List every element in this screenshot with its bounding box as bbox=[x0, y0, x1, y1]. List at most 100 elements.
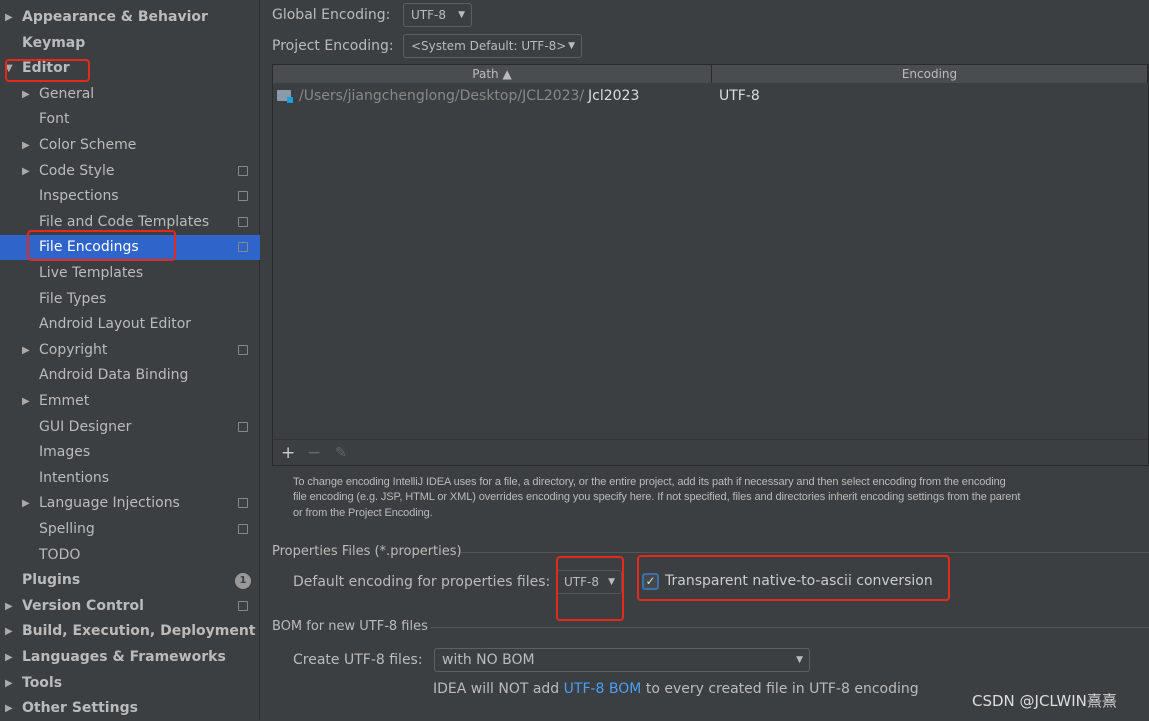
sidebar-item-label: Inspections bbox=[39, 188, 119, 205]
chevron-right-icon[interactable]: ▶ bbox=[22, 133, 30, 158]
divider bbox=[461, 552, 1149, 553]
sidebar-item-images[interactable]: Images bbox=[0, 440, 260, 465]
chevron-right-icon[interactable]: ▶ bbox=[22, 82, 30, 107]
remove-icon[interactable]: − bbox=[307, 440, 321, 466]
sidebar-item-tools[interactable]: ▶ Tools bbox=[0, 671, 260, 696]
row-encoding[interactable]: UTF-8 bbox=[719, 85, 760, 107]
sidebar-item-label: Build, Execution, Deployment bbox=[22, 623, 256, 640]
copy-icon bbox=[238, 242, 248, 253]
highlight-box bbox=[637, 555, 950, 601]
highlight-box bbox=[27, 230, 176, 261]
add-icon[interactable]: + bbox=[281, 440, 295, 466]
copy-icon bbox=[238, 600, 248, 611]
chevron-right-icon[interactable]: ▶ bbox=[22, 338, 30, 363]
chevron-down-icon: ▼ bbox=[458, 10, 465, 20]
table-row[interactable]: /Users/jiangchenglong/Desktop/JCL2023/ J… bbox=[273, 85, 1148, 107]
update-badge: 1 bbox=[235, 573, 251, 590]
create-utf8-select[interactable]: with NO BOM ▼ bbox=[434, 648, 810, 672]
utf8-bom-link[interactable]: UTF-8 BOM bbox=[564, 681, 642, 697]
sidebar-item-label: Copyright bbox=[39, 341, 108, 358]
edit-icon[interactable]: ✎ bbox=[335, 440, 347, 466]
sidebar-item-font[interactable]: Font bbox=[0, 107, 260, 132]
sidebar-item-inspections[interactable]: Inspections bbox=[0, 184, 260, 209]
sidebar-item-live-templates[interactable]: Live Templates bbox=[0, 261, 260, 286]
sidebar-item-label: Plugins bbox=[22, 572, 81, 589]
chevron-right-icon[interactable]: ▶ bbox=[5, 594, 13, 619]
create-utf8-value: with NO BOM bbox=[442, 652, 535, 668]
project-encoding-value: <System Default: UTF-8> bbox=[411, 39, 567, 53]
sidebar-item-android-layout-editor[interactable]: Android Layout Editor bbox=[0, 312, 260, 337]
sidebar-item-intentions[interactable]: Intentions bbox=[0, 466, 260, 491]
global-encoding-value: UTF-8 bbox=[411, 8, 446, 22]
bom-section-title: BOM for new UTF-8 files bbox=[272, 619, 428, 634]
chevron-right-icon[interactable]: ▶ bbox=[5, 619, 13, 644]
sidebar-item-label: Emmet bbox=[39, 393, 90, 409]
folder-icon bbox=[277, 90, 293, 103]
sidebar-item-plugins[interactable]: Plugins 1 bbox=[0, 568, 260, 593]
sidebar-item-file-types[interactable]: File Types bbox=[0, 287, 260, 312]
chevron-right-icon[interactable]: ▶ bbox=[5, 645, 13, 670]
properties-section-title: Properties Files (*.properties) bbox=[272, 544, 462, 559]
sidebar-item-label: Code Style bbox=[39, 162, 115, 179]
copy-icon bbox=[238, 191, 248, 202]
sidebar-item-label: Spelling bbox=[39, 521, 95, 537]
sidebar-item-label: Images bbox=[39, 444, 91, 461]
copy-icon bbox=[238, 344, 248, 355]
sidebar-item-label: Language Injections bbox=[39, 495, 180, 512]
watermark: CSDN @JCLWIN熹熹 bbox=[972, 692, 1117, 710]
chevron-right-icon[interactable]: ▶ bbox=[5, 671, 13, 696]
chevron-right-icon[interactable]: ▶ bbox=[5, 696, 13, 721]
sidebar-item-spelling[interactable]: Spelling bbox=[0, 517, 260, 542]
sidebar-item-label: Keymap bbox=[22, 34, 86, 51]
copy-icon bbox=[238, 216, 248, 227]
chevron-right-icon[interactable]: ▶ bbox=[22, 389, 30, 414]
project-encoding-select[interactable]: <System Default: UTF-8> ▼ bbox=[403, 34, 582, 58]
sidebar-item-keymap[interactable]: Keymap bbox=[0, 31, 260, 56]
copy-icon bbox=[238, 165, 248, 176]
sidebar-item-languages-frameworks[interactable]: ▶ Languages & Frameworks bbox=[0, 645, 260, 670]
path-name: Jcl2023 bbox=[588, 88, 640, 104]
sidebar-item-label: Other Settings bbox=[22, 700, 138, 717]
sidebar-item-other-settings[interactable]: ▶ Other Settings bbox=[0, 696, 260, 721]
bom-note-text: to every created file in UTF-8 encoding bbox=[641, 681, 919, 697]
chevron-right-icon[interactable]: ▶ bbox=[22, 159, 30, 184]
sidebar-item-language-injections[interactable]: ▶ Language Injections bbox=[0, 491, 260, 516]
bom-note-text: IDEA will NOT add bbox=[433, 681, 564, 697]
sidebar-item-build-execution-deployment[interactable]: ▶ Build, Execution, Deployment bbox=[0, 619, 260, 644]
file-encodings-panel: Global Encoding: UTF-8 ▼ Project Encoding… bbox=[261, 0, 1149, 720]
sidebar-item-android-data-binding[interactable]: Android Data Binding bbox=[0, 363, 260, 388]
sidebar-item-general[interactable]: ▶ General bbox=[0, 82, 260, 107]
encoding-table: Path ▲ Encoding /Users/jiangchenglong/De… bbox=[272, 64, 1149, 466]
sidebar-item-appearance-behavior[interactable]: ▶ Appearance & Behavior bbox=[0, 5, 260, 30]
sidebar-item-label: Live Templates bbox=[39, 265, 144, 281]
chevron-down-icon: ▼ bbox=[796, 655, 803, 665]
copy-icon bbox=[238, 498, 248, 509]
column-header-path[interactable]: Path ▲ bbox=[273, 65, 712, 83]
sidebar-item-label: General bbox=[39, 85, 95, 102]
sidebar-item-label: Android Layout Editor bbox=[39, 316, 192, 333]
global-encoding-select[interactable]: UTF-8 ▼ bbox=[403, 3, 472, 27]
sidebar-item-copyright[interactable]: ▶ Copyright bbox=[0, 338, 260, 363]
bom-note: IDEA will NOT add UTF-8 BOM to every cre… bbox=[433, 681, 919, 697]
sidebar-item-gui-designer[interactable]: GUI Designer bbox=[0, 415, 260, 440]
sidebar-item-version-control[interactable]: ▶ Version Control bbox=[0, 594, 260, 619]
global-encoding-label: Global Encoding: bbox=[272, 7, 391, 23]
copy-icon bbox=[238, 421, 248, 432]
copy-icon bbox=[238, 524, 248, 534]
chevron-right-icon[interactable]: ▶ bbox=[5, 5, 13, 30]
sidebar-item-todo[interactable]: TODO bbox=[0, 543, 260, 568]
settings-sidebar: ▶ Appearance & Behavior Keymap ▼ Editor ▶ Gene… bbox=[0, 0, 260, 720]
highlight-box bbox=[5, 59, 90, 82]
help-line: or from the Project Encoding. bbox=[293, 506, 433, 519]
sidebar-item-code-style[interactable]: ▶ Code Style bbox=[0, 159, 260, 184]
sidebar-item-label: Intentions bbox=[39, 469, 110, 486]
column-header-encoding[interactable]: Encoding bbox=[712, 65, 1148, 83]
sidebar-item-emmet[interactable]: ▶ Emmet bbox=[0, 389, 260, 414]
chevron-right-icon[interactable]: ▶ bbox=[22, 491, 30, 516]
help-text: To change encoding IntelliJ IDEA uses fo… bbox=[293, 475, 1143, 521]
sidebar-item-label: Tools bbox=[22, 674, 63, 691]
help-line: To change encoding IntelliJ IDEA uses fo… bbox=[293, 476, 1006, 488]
sidebar-item-label: Appearance & Behavior bbox=[22, 9, 208, 25]
create-utf8-label: Create UTF-8 files: bbox=[293, 652, 423, 668]
sidebar-item-color-scheme[interactable]: ▶ Color Scheme bbox=[0, 133, 260, 158]
